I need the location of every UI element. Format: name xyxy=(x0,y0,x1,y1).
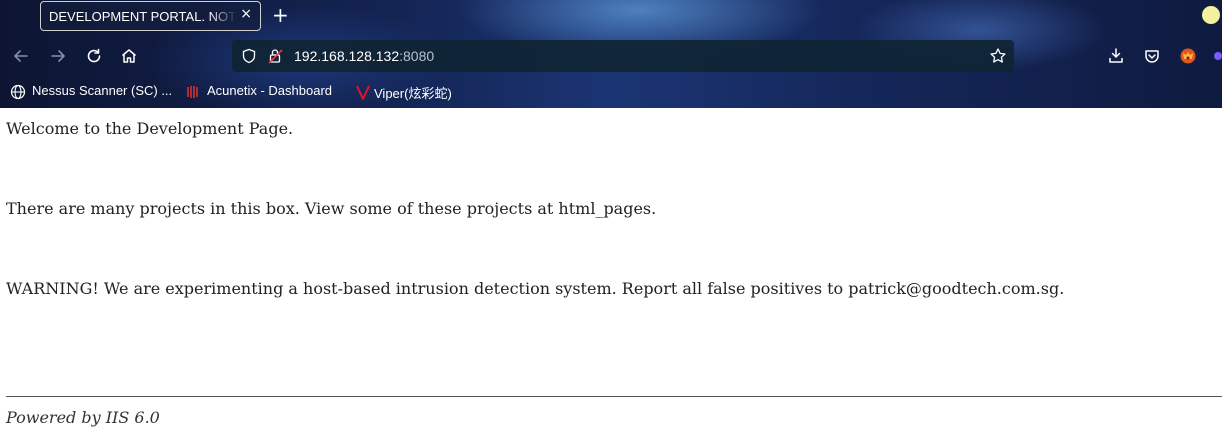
insecure-lock-icon[interactable] xyxy=(267,47,285,65)
bookmarks-toolbar: Nessus Scanner (SC) ... Acunetix - Dashb… xyxy=(0,80,1222,104)
home-icon[interactable] xyxy=(119,46,139,66)
welcome-text: Welcome to the Development Page. xyxy=(6,119,294,138)
bookmark-label: Acunetix - Dashboard xyxy=(207,83,333,98)
url-text[interactable]: 192.168.128.132:8080 xyxy=(294,48,434,64)
overflow-extension-icon[interactable] xyxy=(1214,52,1222,60)
extension-fox-icon[interactable] xyxy=(1178,46,1198,66)
close-tab-icon[interactable]: × xyxy=(240,6,252,22)
warning-text: WARNING! We are experimenting a host-bas… xyxy=(6,279,1065,298)
url-host: 192.168.128.132 xyxy=(294,48,400,64)
server-footer: Powered by IIS 6.0 xyxy=(6,408,160,427)
shield-icon[interactable] xyxy=(241,48,257,64)
bookmark-star-icon[interactable] xyxy=(989,47,1007,65)
pocket-icon[interactable] xyxy=(1142,46,1162,66)
reload-icon[interactable] xyxy=(84,46,104,66)
forward-icon[interactable] xyxy=(48,46,68,66)
footer-divider xyxy=(6,396,1222,397)
acunetix-icon xyxy=(187,86,198,98)
url-port: :8080 xyxy=(399,48,435,64)
save-to-pocket-extension-icon[interactable] xyxy=(1106,46,1126,66)
viper-icon xyxy=(356,85,370,100)
active-tab[interactable]: DEVELOPMENT PORTAL. NOT FOR OUTSIDERS OR… xyxy=(40,1,261,31)
projects-text: There are many projects in this box. Vie… xyxy=(6,199,657,218)
new-tab-button[interactable]: + xyxy=(272,3,289,27)
profile-avatar[interactable] xyxy=(1202,6,1220,24)
bookmark-label: Viper(炫彩蛇) xyxy=(374,86,452,101)
browser-chrome: DEVELOPMENT PORTAL. NOT FOR OUTSIDERS OR… xyxy=(0,0,1222,108)
tab-title: DEVELOPMENT PORTAL. NOT FOR OUTSIDERS OR… xyxy=(49,9,237,24)
address-bar[interactable]: 192.168.128.132:8080 xyxy=(232,40,1014,72)
bookmark-label: Nessus Scanner (SC) ... xyxy=(32,83,173,98)
globe-icon xyxy=(10,84,26,100)
back-icon[interactable] xyxy=(11,46,31,66)
